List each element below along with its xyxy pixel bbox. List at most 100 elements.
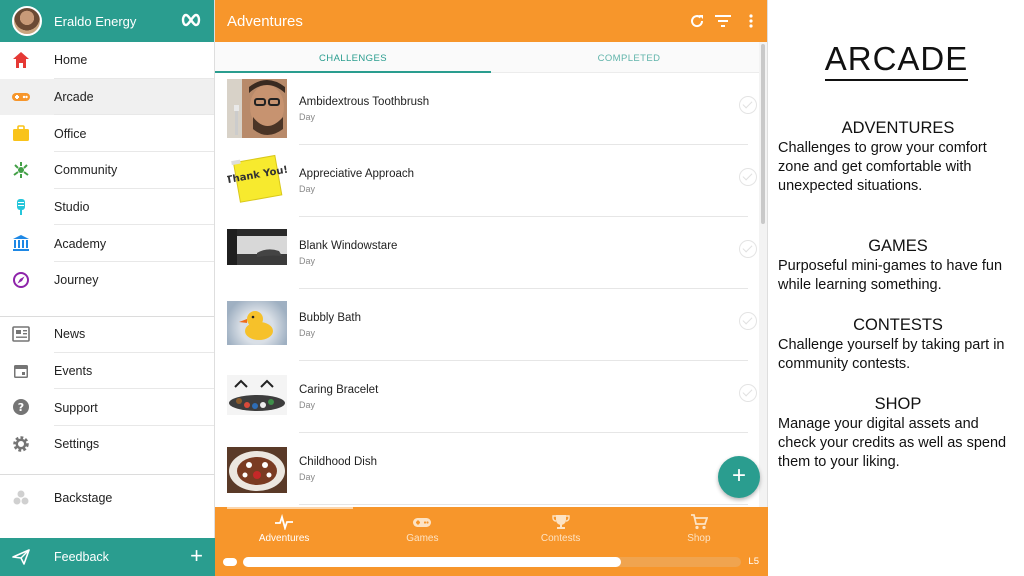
sidebar-item-label: Arcade (54, 90, 94, 105)
challenge-title: Caring Bracelet (299, 384, 379, 396)
info-body: Challenge yourself by taking part in com… (778, 337, 1005, 372)
sidebar-item-journey[interactable]: Journey (0, 262, 214, 299)
help-icon: ? (12, 398, 30, 416)
challenge-frequency: Day (299, 472, 316, 482)
refresh-icon[interactable] (689, 13, 705, 29)
sidebar-item-label: Community (54, 163, 118, 178)
check-circle-icon[interactable] (739, 96, 757, 114)
sidebar-item-backstage[interactable]: Backstage (0, 480, 214, 517)
compass-icon (12, 271, 30, 289)
sidebar-item-arcade[interactable]: Arcade (0, 78, 214, 116)
list-item[interactable]: Caring Bracelet Day (215, 361, 760, 433)
svg-text:?: ? (18, 401, 24, 414)
bottom-nav-label: Games (406, 533, 439, 544)
pulse-icon (275, 514, 294, 530)
sidebar-item-office[interactable]: Office (0, 115, 214, 152)
info-section-adventures: ADVENTURES Challenges to grow your comfo… (778, 119, 1018, 196)
info-heading: ADVENTURES (841, 119, 955, 137)
list-item[interactable]: Thank You! Appreciative Approach Day (215, 145, 760, 217)
gamepad-icon (413, 518, 432, 527)
sidebar-item-studio[interactable]: Studio (0, 189, 214, 226)
window-view-photo (227, 229, 287, 265)
info-section-contests: CONTESTS Challenge yourself by taking pa… (778, 316, 1018, 374)
backstage-nav: Backstage (0, 480, 214, 517)
bottom-nav-adventures[interactable]: Adventures (215, 507, 354, 549)
sidebar-item-community[interactable]: Community (0, 152, 214, 189)
level-label: L5 (748, 556, 759, 567)
info-heading: SHOP (874, 395, 922, 413)
sidebar-item-label: Academy (54, 236, 107, 251)
challenge-frequency: Day (299, 184, 316, 194)
sidebar-item-label: Settings (54, 437, 100, 452)
man-with-toothbrush-photo (227, 79, 287, 138)
trophy-icon (551, 515, 570, 529)
challenge-frequency: Day (299, 400, 316, 410)
info-body: Purposeful mini-games to have fun while … (778, 258, 1003, 293)
tab-bar: CHALLENGES COMPLETED (215, 42, 767, 73)
bracelet-beads-photo (227, 375, 287, 415)
more-vertical-icon[interactable] (743, 13, 759, 29)
send-icon (12, 549, 30, 565)
info-heading: CONTESTS (853, 316, 943, 334)
bottom-nav-label: Shop (687, 533, 711, 544)
info-panel: ARCADE ADVENTURES Challenges to grow you… (769, 0, 1024, 576)
challenge-title: Blank Windowstare (299, 240, 398, 252)
tab-completed[interactable]: COMPLETED (491, 42, 767, 72)
sidebar-item-events[interactable]: Events (0, 353, 214, 390)
challenge-title: Bubbly Bath (299, 312, 362, 324)
info-body: Challenges to grow your comfort zone and… (778, 140, 987, 194)
list-item[interactable]: Childhood Dish Day (215, 433, 760, 505)
sidebar-item-home[interactable]: Home (0, 42, 214, 79)
bottom-nav-shop[interactable]: Shop (630, 507, 768, 549)
check-circle-icon[interactable] (739, 312, 757, 330)
page-title: Adventures (227, 13, 303, 30)
level-progress-track (243, 557, 741, 567)
profile-header[interactable]: Eraldo Energy (0, 0, 214, 42)
newspaper-icon (12, 325, 30, 343)
bottom-nav-label: Contests (540, 533, 581, 544)
academy-building-icon (12, 234, 30, 252)
sidebar-item-settings[interactable]: Settings (0, 426, 214, 463)
thank-you-sticky-note-photo: Thank You! (227, 151, 287, 210)
level-progress-fill (243, 557, 622, 567)
backstage-icon (12, 489, 30, 507)
sidebar-item-news[interactable]: News (0, 316, 214, 353)
check-circle-icon[interactable] (739, 240, 757, 258)
add-challenge-button[interactable]: + (718, 456, 760, 498)
gamepad-icon (12, 88, 30, 106)
sidebar-item-label: Journey (54, 273, 99, 288)
list-item[interactable]: Blank Windowstare Day (215, 217, 760, 289)
bottom-nav-games[interactable]: Games (353, 507, 491, 549)
list-item[interactable]: Bubbly Bath Day (215, 289, 760, 361)
avatar[interactable] (12, 6, 42, 36)
list-item[interactable]: Ambidextrous Toothbrush Day (215, 73, 760, 145)
app-bar: Adventures (215, 0, 767, 42)
sidebar-item-academy[interactable]: Academy (0, 225, 214, 262)
challenge-list: Ambidextrous Toothbrush Day Thank You! A… (215, 73, 760, 507)
divider (0, 474, 214, 475)
add-feedback-button[interactable]: + (190, 545, 203, 567)
scrollbar-thumb[interactable] (761, 44, 765, 224)
check-circle-icon[interactable] (739, 384, 757, 402)
rubber-duck-photo (227, 301, 287, 345)
check-circle-icon[interactable] (739, 168, 757, 186)
bottom-nav-label: Adventures (258, 533, 310, 544)
challenge-title: Appreciative Approach (299, 168, 415, 180)
tab-challenges[interactable]: CHALLENGES (215, 42, 491, 73)
info-section-shop: SHOP Manage your digital assets and chec… (778, 395, 1018, 472)
filter-icon[interactable] (715, 13, 731, 29)
sidebar-item-label: Home (54, 53, 88, 68)
sidebar-item-label: Studio (54, 200, 90, 215)
challenge-frequency: Day (299, 112, 316, 122)
feedback-bar[interactable]: Feedback + (0, 538, 215, 576)
info-title: ARCADE (769, 40, 1024, 81)
secondary-nav: News Events ? Support Settings (0, 316, 214, 463)
calendar-icon (12, 362, 30, 380)
home-icon (12, 51, 30, 69)
infinity-loop-icon[interactable] (180, 13, 202, 27)
bottom-nav-contests[interactable]: Contests (492, 507, 630, 549)
feedback-label: Feedback (54, 550, 109, 564)
scrollbar[interactable] (759, 42, 767, 507)
cake-dish-photo (227, 447, 287, 493)
sidebar-item-support[interactable]: ? Support (0, 389, 214, 426)
